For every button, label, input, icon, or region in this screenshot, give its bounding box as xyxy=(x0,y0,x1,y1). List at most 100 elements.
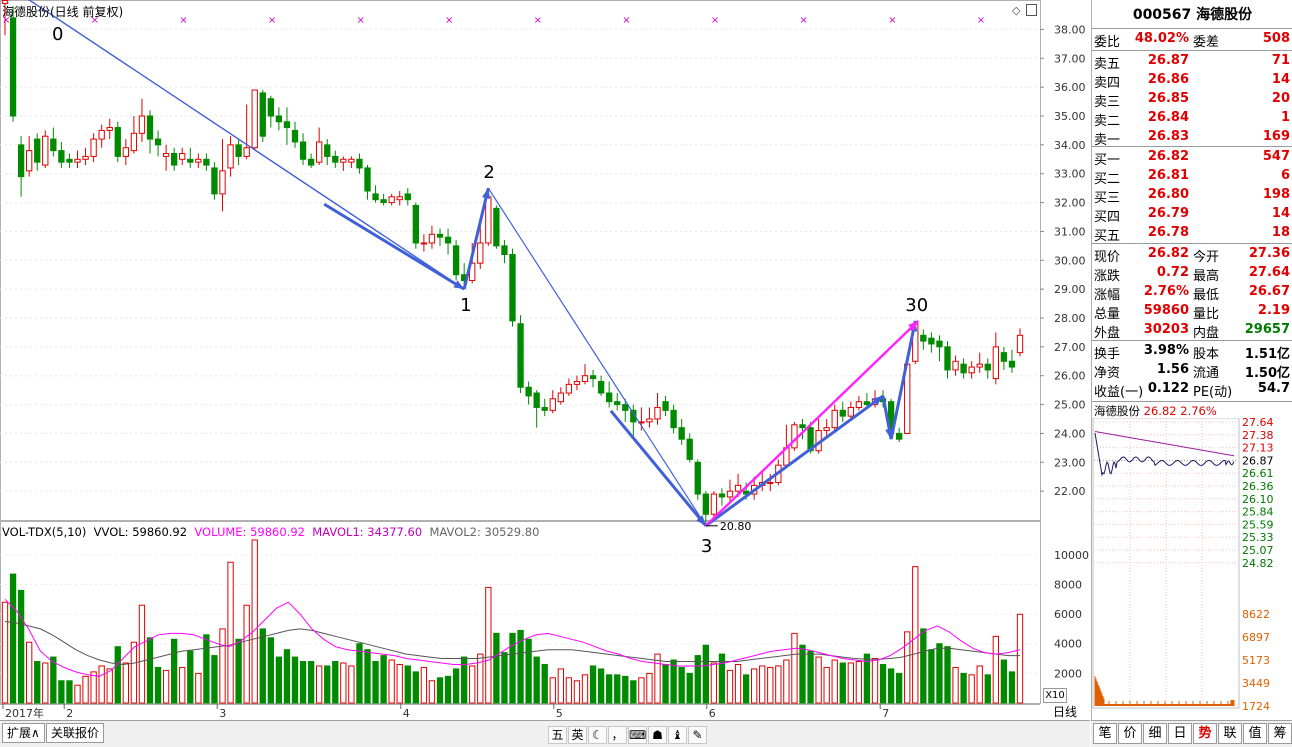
intraday-mini-chart[interactable]: 27.6427.3827.1326.8726.6126.3626.1025.84… xyxy=(1092,418,1292,718)
quote-tab[interactable]: 价 xyxy=(1118,723,1142,744)
volume-bar xyxy=(235,638,242,704)
volume-bar xyxy=(525,638,532,704)
tab-expand[interactable]: 扩展∧ xyxy=(2,723,45,743)
candle-body xyxy=(670,409,677,429)
stat-row-value: 26.82 xyxy=(1147,246,1189,261)
toolbar-tool-icon[interactable]: ☗ xyxy=(648,726,667,744)
bid-row[interactable]: 买五 26.78 18 xyxy=(1092,224,1292,244)
price-tick-label: 23.00 xyxy=(1054,456,1086,469)
x10-button[interactable]: X10 xyxy=(1043,688,1067,703)
price-tick-label: 22.00 xyxy=(1054,485,1086,498)
volume-bar xyxy=(807,650,814,704)
ask-row[interactable]: 卖三 26.85 20 xyxy=(1092,90,1292,110)
candle-body xyxy=(17,144,25,178)
candle-body xyxy=(243,147,250,157)
volume-bar xyxy=(597,668,605,704)
toolbar-tool-icon[interactable]: ✎ xyxy=(688,726,707,744)
toolbar-tool-icon[interactable]: ♝ xyxy=(668,726,687,744)
mini-price-tick-label: 26.36 xyxy=(1242,480,1274,493)
candle-body xyxy=(847,406,854,417)
kline-chart-area[interactable]: 22.00 23.00 24.00 25.00 26.00 27.00 28.00 29.00… xyxy=(0,0,1090,746)
volume-bar xyxy=(839,662,846,704)
kline-svg[interactable]: 22.00 23.00 24.00 25.00 26.00 27.00 28.00 29.00… xyxy=(0,0,1090,720)
volume-bar xyxy=(332,661,339,704)
candle-body xyxy=(42,135,49,166)
vol-vvol: VVOL: 59860.92 xyxy=(93,525,188,539)
candle-body xyxy=(179,153,186,160)
tab-related-quotes[interactable]: 关联报价 xyxy=(46,723,105,743)
candle-body xyxy=(992,346,999,380)
candle-body xyxy=(203,158,210,166)
price-tick-label: 27.00 xyxy=(1054,341,1086,354)
quote-tab[interactable]: 筹 xyxy=(1268,723,1292,744)
toolbar-tool-icon[interactable]: ☾ xyxy=(588,726,607,744)
volume-bar xyxy=(9,573,17,704)
wave-arrow-to-30 xyxy=(889,320,917,440)
volume-bar xyxy=(42,662,49,704)
volume-bar xyxy=(694,655,701,704)
volume-bar xyxy=(219,628,226,704)
ask-row[interactable]: 卖一 26.83 169 xyxy=(1092,128,1292,148)
mini-price-tick-label: 26.87 xyxy=(1242,454,1274,467)
weibi-label: 委比 xyxy=(1094,35,1121,50)
toolbar-tool-icon[interactable]: ， xyxy=(608,726,627,744)
diamond-icon[interactable]: ◇ xyxy=(1012,4,1020,17)
bid-row[interactable]: 买三 26.80 198 xyxy=(1092,186,1292,206)
event-marker-icon: × xyxy=(711,15,719,26)
stat-row-value2: 2.19 xyxy=(1257,303,1290,318)
bid-volume: 6 xyxy=(1280,168,1290,183)
candle-body xyxy=(307,158,315,166)
ask-row[interactable]: 卖二 26.84 1 xyxy=(1092,109,1292,129)
candle-body xyxy=(573,380,581,385)
window-toggle-icon[interactable] xyxy=(1026,4,1037,16)
toolbar-tool-icon[interactable]: 五 xyxy=(548,726,567,744)
volume-bar xyxy=(90,671,97,704)
price-tick-label: 25.00 xyxy=(1054,399,1086,412)
ask-row[interactable]: 卖五 26.87 71 xyxy=(1092,52,1292,72)
toolbar-tool-icon[interactable]: 英 xyxy=(568,726,587,744)
volume-bar xyxy=(154,666,162,704)
candle-body xyxy=(251,89,258,149)
volume-bar xyxy=(952,666,959,704)
bid-label: 买四 xyxy=(1094,210,1121,225)
period-label[interactable]: 日线 xyxy=(1043,704,1087,720)
divider xyxy=(1092,340,1292,341)
bid-label: 买一 xyxy=(1094,153,1121,168)
stat-row-value: 59860 xyxy=(1143,303,1189,318)
bid-row[interactable]: 买四 26.79 14 xyxy=(1092,205,1292,225)
volume-bar xyxy=(307,661,315,704)
stat-row-label2: 今开 xyxy=(1193,250,1220,265)
candle-body xyxy=(332,155,339,163)
candle-body xyxy=(831,409,838,429)
divider xyxy=(1092,28,1292,29)
fin-row-value: 1.56 xyxy=(1156,362,1189,377)
price-tick-label: 28.00 xyxy=(1054,312,1086,325)
candle-body xyxy=(26,150,33,172)
bid-row[interactable]: 买二 26.81 6 xyxy=(1092,167,1292,187)
quote-tab[interactable]: 值 xyxy=(1243,723,1267,744)
volume-bar xyxy=(348,665,355,704)
volume-bar xyxy=(855,661,863,704)
quote-tab[interactable]: 细 xyxy=(1143,723,1167,744)
candle-body xyxy=(316,141,323,163)
volume-bar xyxy=(702,644,709,704)
quote-tab[interactable]: 日 xyxy=(1168,723,1192,744)
quote-tab[interactable]: 势 xyxy=(1193,723,1217,744)
ask-row[interactable]: 卖四 26.86 14 xyxy=(1092,71,1292,91)
toolbar-tool-icon[interactable]: ⌨ xyxy=(628,726,647,744)
candle-body xyxy=(380,199,387,204)
volume-bar xyxy=(251,539,258,704)
volume-bar xyxy=(533,656,540,704)
candle-body xyxy=(114,127,121,157)
volume-bar xyxy=(565,677,573,704)
candle-body xyxy=(372,193,379,201)
quote-tab[interactable]: 联 xyxy=(1218,723,1242,744)
candle-body xyxy=(702,493,709,515)
candle-body xyxy=(275,115,283,123)
bid-row[interactable]: 买一 26.82 547 xyxy=(1092,148,1292,168)
candle-body xyxy=(477,242,484,264)
quote-tab[interactable]: 笔 xyxy=(1093,723,1117,744)
volume-bar xyxy=(227,561,234,704)
stock-code-name: 000567 海德股份 xyxy=(1132,7,1253,23)
bid-price: 26.82 xyxy=(1147,149,1189,164)
